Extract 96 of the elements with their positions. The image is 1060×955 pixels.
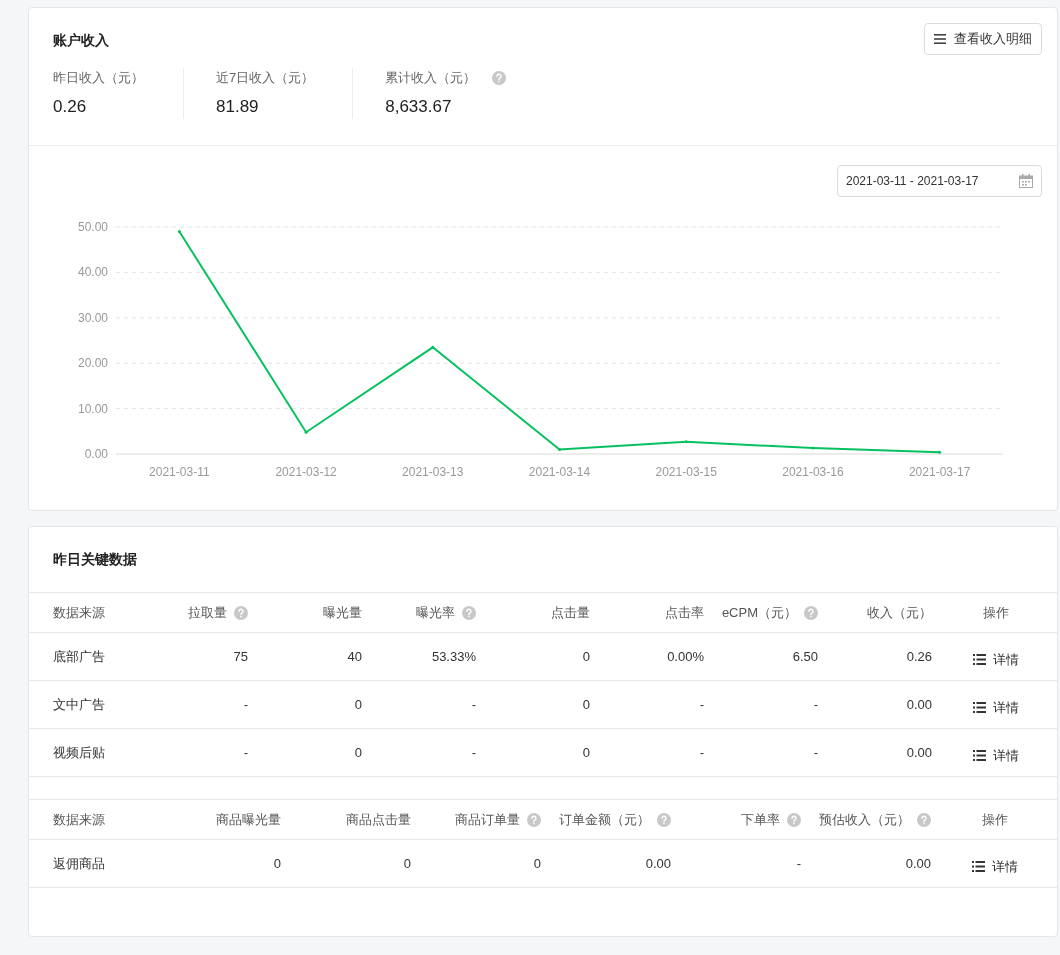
help-icon [804, 605, 818, 620]
column-header: 订单金额（元） [559, 810, 650, 829]
column-header: 收入（元） [867, 603, 932, 622]
data-point [684, 440, 688, 444]
table-cell-text: 0 [354, 695, 362, 714]
column-header: 点击率 [665, 603, 704, 622]
table-cell-text: - [813, 695, 818, 714]
table-cell-text: 视频后贴 [53, 743, 105, 762]
table-cell-text: 0 [582, 695, 590, 714]
column-header: 拉取量 [188, 603, 227, 622]
list-icon [972, 702, 986, 713]
table-cell-text: 底部广告 [53, 647, 105, 666]
y-axis-label: 10.00 [77, 401, 108, 416]
x-axis-label: 2021-03-14 [528, 465, 591, 479]
menu-icon [934, 34, 946, 44]
y-axis-label: 0.00 [84, 447, 108, 461]
help-icon [527, 812, 541, 827]
table-cell-text: 6.50 [792, 647, 818, 666]
table-cell-text: 75 [233, 647, 248, 666]
table-cell-text: - [471, 743, 476, 762]
list-icon [972, 654, 986, 665]
income-details-button[interactable]: 查看收入明细 [924, 23, 1042, 55]
help-icon [657, 812, 671, 827]
y-axis-label: 30.00 [77, 310, 108, 325]
table-cell-text: 0 [533, 854, 541, 873]
column-header: 操作 [982, 810, 1008, 829]
details-button[interactable]: 详情 [972, 649, 1019, 670]
column-header: 下单率 [741, 810, 780, 829]
data-point [304, 430, 308, 434]
table-cell-text: 0 [273, 854, 281, 873]
stat-value: 8,633.67 [385, 95, 453, 118]
table-cell-text: - [699, 695, 704, 714]
details-button[interactable]: 详情 [972, 856, 1018, 877]
data-point [938, 450, 942, 454]
table-cell-text: 返佣商品 [53, 854, 105, 873]
x-axis-label: 2021-03-11 [149, 465, 210, 479]
table-cell-text: 40 [347, 647, 362, 666]
table-cell-text: - [813, 743, 818, 762]
x-axis-label: 2021-03-16 [782, 465, 844, 479]
column-header: 预估收入（元） [819, 810, 910, 829]
stat-value: 81.89 [216, 95, 260, 118]
x-axis-label: 2021-03-12 [275, 465, 337, 479]
table-cell-text: 0.00 [905, 854, 931, 873]
card-title: 昨日关键数据 [53, 550, 137, 569]
list-icon [972, 861, 985, 872]
table-cell-text: 0.00 [906, 743, 932, 762]
table-cell-text: 0 [582, 743, 590, 762]
table-cell-text: - [796, 854, 801, 873]
column-header: 商品曝光量 [216, 810, 281, 829]
stat-label: 近7日收入（元） [216, 69, 315, 87]
date-range-field[interactable]: 2021-03-11 - 2021-03-17 [837, 165, 1042, 197]
stat-label: 累计收入（元） [385, 69, 477, 87]
column-header: 曝光量 [323, 603, 362, 622]
table-cell-text: 0.00 [645, 854, 671, 873]
table-cell-text: - [699, 743, 704, 762]
column-header: 操作 [982, 603, 1009, 622]
table-cell-text: - [243, 743, 248, 762]
x-axis-label: 2021-03-15 [655, 465, 717, 479]
column-header: eCPM（元） [721, 603, 797, 622]
column-header: 商品点击量 [346, 810, 411, 829]
data-point [558, 447, 561, 451]
stat-label: 昨日收入（元） [53, 69, 144, 87]
y-axis-label: 40.00 [77, 265, 108, 280]
help-icon [462, 605, 476, 620]
data-point [811, 446, 815, 450]
help-icon [787, 812, 801, 827]
table-cell-text: 文中广告 [53, 695, 105, 714]
calendar-icon [1019, 174, 1033, 188]
table-cell-text: 0.00% [667, 647, 704, 666]
y-axis-label: 50.00 [77, 220, 108, 234]
table-cell-text: 0 [403, 854, 411, 873]
column-header: 数据来源 [53, 810, 105, 829]
help-icon [234, 605, 248, 620]
help-icon [492, 70, 507, 85]
details-button[interactable]: 详情 [972, 697, 1019, 718]
x-axis-label: 2021-03-13 [402, 465, 464, 479]
table-cell-text: 53.33% [431, 647, 476, 666]
card-title: 账户收入 [53, 30, 109, 50]
table-cell-text: 0 [354, 743, 362, 762]
table-cell-text: 0 [582, 647, 590, 666]
table-cell-text: - [243, 695, 248, 714]
table-cell-text: 0.26 [906, 647, 932, 666]
column-header: 点击量 [551, 603, 590, 622]
details-button[interactable]: 详情 [972, 745, 1019, 766]
help-icon [917, 812, 931, 827]
x-axis-label: 2021-03-17 [908, 465, 971, 479]
list-icon [972, 750, 986, 761]
column-header: 商品订单量 [455, 810, 520, 829]
column-header: 数据来源 [53, 603, 105, 622]
column-header: 曝光率 [416, 603, 455, 622]
table-cell-text: 0.00 [906, 695, 932, 714]
table-cell-text: - [471, 695, 476, 714]
data-point [431, 345, 435, 349]
y-axis-label: 20.00 [77, 356, 108, 371]
stat-value: 0.26 [53, 95, 88, 118]
data-point [177, 230, 181, 234]
